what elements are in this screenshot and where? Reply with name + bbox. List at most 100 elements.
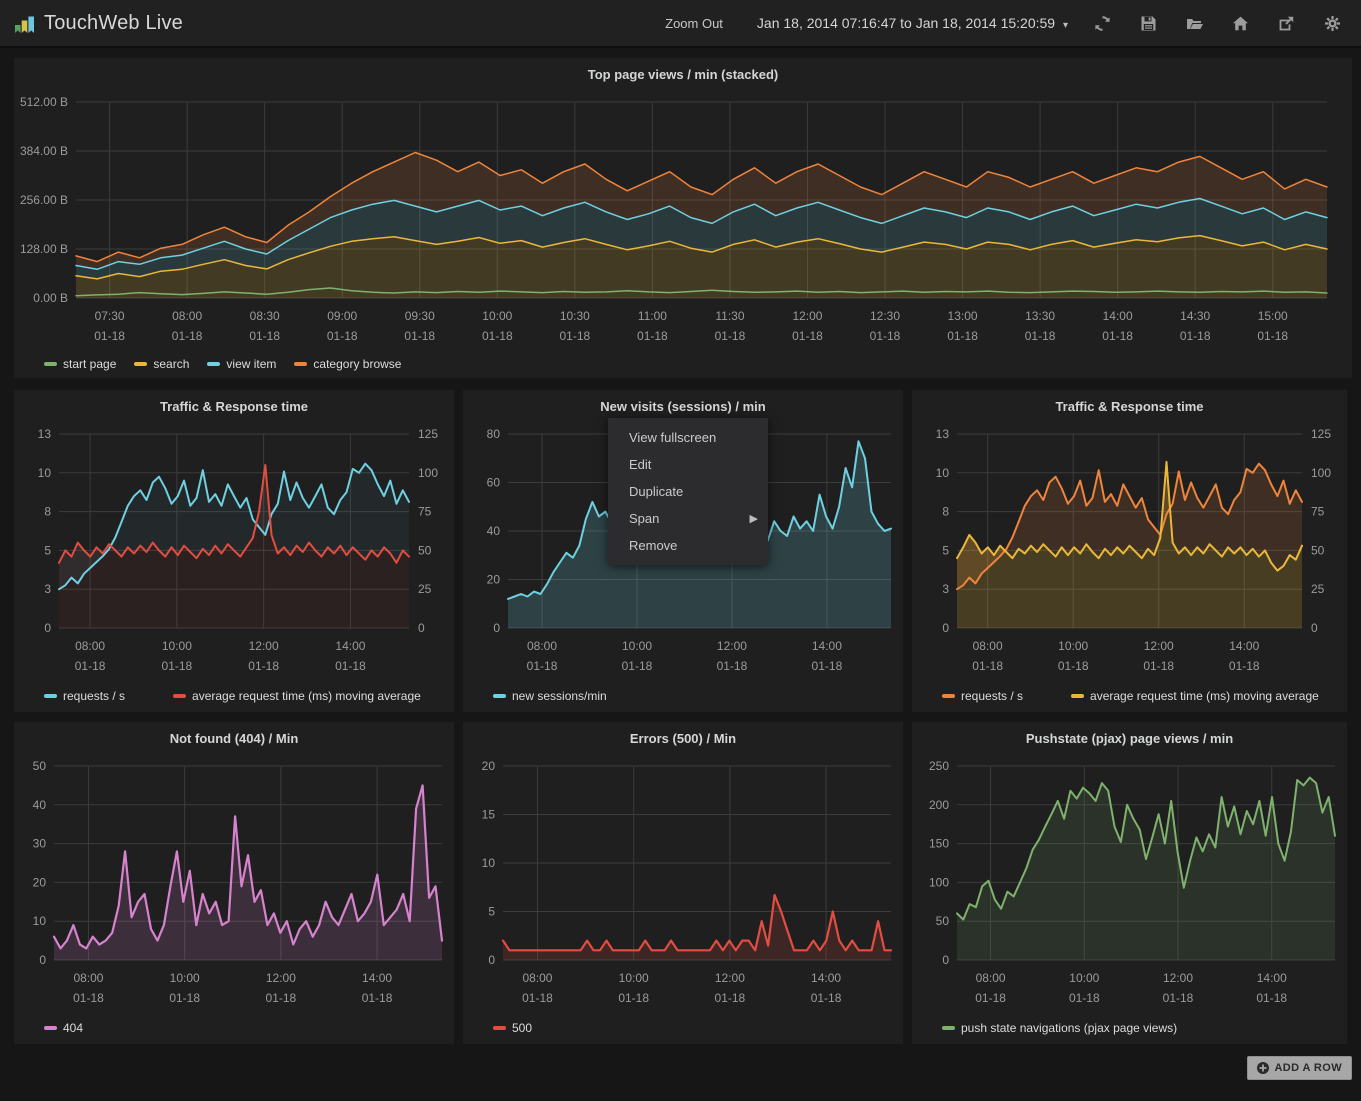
menu-item-view-fullscreen[interactable]: View fullscreen	[608, 424, 768, 451]
svg-text:0: 0	[39, 953, 46, 967]
panel-title[interactable]: Traffic & Response time	[912, 390, 1347, 420]
svg-text:20: 20	[482, 759, 496, 773]
chart-canvas: 0510152008:0001-1810:0001-1812:0001-1814…	[463, 752, 903, 1014]
legend-item-view-item[interactable]: view item	[207, 357, 276, 371]
panel-title[interactable]: Not found (404) / Min	[14, 722, 454, 752]
menu-item-remove[interactable]: Remove	[608, 532, 768, 559]
save-icon[interactable]	[1140, 15, 1157, 32]
svg-text:01-18: 01-18	[266, 991, 297, 1005]
menu-item-edit[interactable]: Edit	[608, 451, 768, 478]
legend-swatch-icon	[493, 1026, 506, 1030]
svg-text:13:00: 13:00	[948, 309, 978, 323]
svg-text:01-18: 01-18	[248, 659, 279, 673]
panel-title[interactable]: Pushstate (pjax) page views / min	[912, 722, 1347, 752]
svg-text:12:00: 12:00	[715, 971, 745, 985]
svg-text:10:00: 10:00	[170, 971, 200, 985]
legend-label: push state navigations (pjax page views)	[961, 1021, 1177, 1035]
svg-text:50: 50	[936, 914, 950, 928]
svg-text:75: 75	[1311, 505, 1325, 519]
svg-text:60: 60	[487, 476, 501, 490]
svg-text:10:30: 10:30	[560, 309, 590, 323]
svg-text:01-18: 01-18	[559, 329, 590, 343]
panel-not-found-404: Not found (404) / Min 0102030405008:0001…	[14, 722, 454, 1044]
chart-errors-500[interactable]: 0510152008:0001-1810:0001-1812:0001-1814…	[463, 752, 903, 1014]
legend-label: average request time (ms) moving average	[192, 689, 421, 703]
svg-text:384.00 B: 384.00 B	[20, 144, 68, 158]
svg-text:100: 100	[1311, 466, 1331, 480]
gear-icon[interactable]	[1324, 15, 1341, 32]
legend-item-category-browse[interactable]: category browse	[294, 357, 401, 371]
svg-text:14:00: 14:00	[1103, 309, 1133, 323]
svg-text:8: 8	[942, 505, 949, 519]
chart-top-page-views[interactable]: 0.00 B128.00 B256.00 B384.00 B512.00 B07…	[14, 88, 1352, 350]
chart-not-found-404[interactable]: 0102030405008:0001-1810:0001-1812:0001-1…	[14, 752, 454, 1014]
svg-text:3: 3	[44, 582, 51, 596]
svg-text:01-18: 01-18	[972, 659, 1003, 673]
svg-text:08:00: 08:00	[527, 639, 557, 653]
legend-swatch-icon	[493, 694, 506, 698]
chart-traffic-response-left[interactable]: 00325550875101001312508:0001-1810:0001-1…	[14, 420, 454, 682]
legend-item-requests-s[interactable]: requests / s	[942, 689, 1023, 703]
svg-text:25: 25	[1311, 582, 1325, 596]
svg-text:256.00 B: 256.00 B	[20, 193, 68, 207]
svg-text:01-18: 01-18	[975, 991, 1006, 1005]
zoom-out-button[interactable]: Zoom Out	[665, 16, 723, 31]
menu-item-duplicate[interactable]: Duplicate	[608, 478, 768, 505]
svg-text:01-18: 01-18	[1163, 991, 1194, 1005]
legend-traffic-response-right: requests / s average request time (ms) mo…	[912, 682, 1347, 710]
legend-item-start-page[interactable]: start page	[44, 357, 116, 371]
legend-item-average-request-time-ms-moving-average[interactable]: average request time (ms) moving average	[173, 689, 421, 703]
panel-title[interactable]: Top page views / min (stacked)	[14, 58, 1352, 88]
svg-text:15: 15	[482, 808, 496, 822]
svg-text:0: 0	[488, 953, 495, 967]
legend-label: requests / s	[63, 689, 125, 703]
svg-text:12:00: 12:00	[266, 971, 296, 985]
svg-text:10:00: 10:00	[1069, 971, 1099, 985]
legend-item-push-state-navigations-pjax-page-views[interactable]: push state navigations (pjax page views)	[942, 1021, 1177, 1035]
svg-text:512.00 B: 512.00 B	[20, 95, 68, 109]
legend-item-404[interactable]: 404	[44, 1021, 83, 1035]
svg-text:08:00: 08:00	[172, 309, 202, 323]
legend-item-search[interactable]: search	[134, 357, 189, 371]
legend-swatch-icon	[207, 362, 220, 366]
svg-text:50: 50	[1311, 543, 1325, 557]
svg-text:8: 8	[44, 505, 51, 519]
svg-text:13: 13	[936, 427, 950, 441]
svg-text:12:00: 12:00	[1163, 971, 1193, 985]
svg-text:75: 75	[418, 505, 432, 519]
legend-item-average-request-time-ms-moving-average[interactable]: average request time (ms) moving average	[1071, 689, 1319, 703]
svg-text:0: 0	[418, 621, 425, 635]
svg-text:20: 20	[487, 573, 501, 587]
panel-title[interactable]: Errors (500) / Min	[463, 722, 903, 752]
svg-text:12:00: 12:00	[717, 639, 747, 653]
chart-traffic-response-right[interactable]: 00325550875101001312508:0001-1810:0001-1…	[912, 420, 1347, 682]
legend-item-requests-s[interactable]: requests / s	[44, 689, 125, 703]
svg-text:08:00: 08:00	[522, 971, 552, 985]
legend-errors-500: 500	[463, 1014, 903, 1042]
legend-label: new sessions/min	[512, 689, 607, 703]
add-a-row-button[interactable]: ADD A ROW	[1247, 1056, 1352, 1080]
svg-text:10:00: 10:00	[482, 309, 512, 323]
legend-item-500[interactable]: 500	[493, 1021, 532, 1035]
open-folder-icon[interactable]	[1186, 15, 1203, 32]
legend-swatch-icon	[942, 1026, 955, 1030]
share-icon[interactable]	[1278, 15, 1295, 32]
svg-text:01-18: 01-18	[1102, 329, 1133, 343]
svg-text:01-18: 01-18	[1229, 659, 1260, 673]
home-icon[interactable]	[1232, 15, 1249, 32]
logo-bars-icon	[14, 12, 36, 34]
panel-title[interactable]: Traffic & Response time	[14, 390, 454, 420]
legend-item-new-sessions-min[interactable]: new sessions/min	[493, 689, 607, 703]
svg-text:01-18: 01-18	[811, 991, 842, 1005]
time-range-picker[interactable]: Jan 18, 2014 07:16:47 to Jan 18, 2014 15…	[757, 15, 1068, 31]
svg-text:10: 10	[482, 856, 496, 870]
panel-title[interactable]: New visits (sessions) / min	[463, 390, 903, 420]
svg-text:100: 100	[929, 875, 949, 889]
refresh-icon[interactable]	[1094, 15, 1111, 32]
chevron-down-icon: ▾	[1063, 20, 1068, 31]
svg-text:5: 5	[488, 905, 495, 919]
menu-item-span[interactable]: Span▶	[608, 505, 768, 532]
app-brand[interactable]: TouchWeb Live	[14, 12, 183, 35]
submenu-arrow-icon: ▶	[750, 512, 758, 527]
chart-pjax-page-views[interactable]: 05010015020025008:0001-1810:0001-1812:00…	[912, 752, 1347, 1014]
